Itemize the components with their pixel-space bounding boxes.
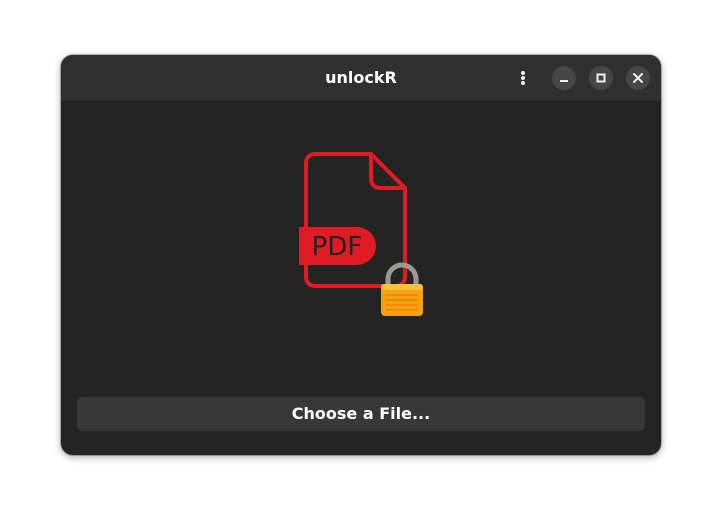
vertical-dots-icon-dot	[521, 76, 525, 80]
header-bar: unlockR	[61, 55, 661, 102]
main-menu-button[interactable]	[511, 66, 535, 90]
minimize-button[interactable]	[552, 66, 576, 90]
minimize-icon	[560, 80, 568, 82]
close-button[interactable]	[626, 66, 650, 90]
vertical-dots-icon-dot	[521, 81, 525, 85]
vertical-dots-icon	[521, 71, 525, 75]
main-content: PDF Choose a File...	[61, 102, 661, 455]
maximize-button[interactable]	[589, 66, 613, 90]
pdf-document-icon: PDF	[299, 152, 407, 288]
choose-file-button[interactable]: Choose a File...	[77, 397, 645, 431]
pdf-unlock-illustration: PDF	[299, 152, 423, 316]
open-padlock-icon	[381, 262, 423, 316]
close-icon	[633, 73, 643, 83]
app-window: unlockR PDF Choose a File...	[61, 55, 661, 455]
pdf-badge-text: PDF	[312, 232, 363, 262]
maximize-icon	[596, 73, 606, 83]
